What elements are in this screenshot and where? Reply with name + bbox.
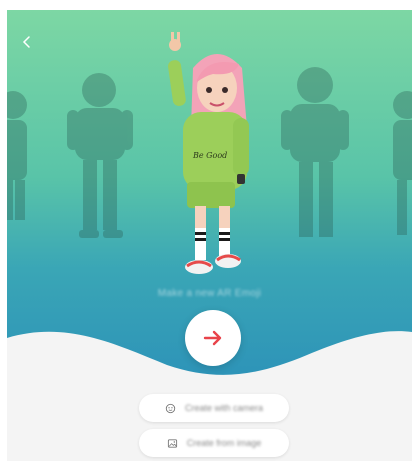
arrow-right-icon <box>203 330 222 346</box>
avatar-main: Be Good <box>168 32 249 274</box>
chevron-left-icon <box>22 36 30 48</box>
ar-emoji-screen: Be Good Make a new AR Emoji Create with … <box>7 10 412 461</box>
image-icon <box>167 437 179 449</box>
face-icon <box>165 402 177 414</box>
avatar-far-right <box>393 91 412 235</box>
avatar-far-left <box>7 91 27 220</box>
create-from-image-button[interactable]: Create from image <box>139 429 289 457</box>
create-with-camera-button[interactable]: Create with camera <box>139 394 289 422</box>
hero-subtitle: Make a new AR Emoji <box>157 288 262 299</box>
svg-text:Be Good: Be Good <box>192 151 227 160</box>
create-from-image-label: Create from image <box>186 438 262 448</box>
avatar-right <box>281 67 349 237</box>
create-with-camera-label: Create with camera <box>184 403 264 413</box>
phone-frame: Be Good Make a new AR Emoji Create with … <box>0 0 419 461</box>
next-button[interactable] <box>185 310 241 366</box>
avatar-gallery: Be Good <box>7 32 412 274</box>
avatar-left <box>67 73 133 238</box>
back-button[interactable] <box>15 30 39 54</box>
